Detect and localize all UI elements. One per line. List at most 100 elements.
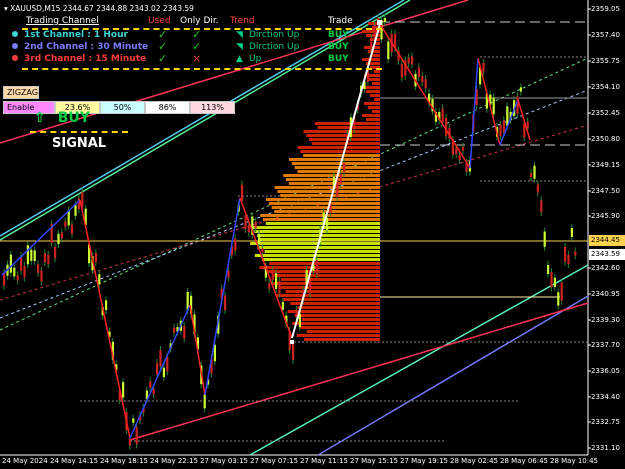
candle <box>33 250 36 262</box>
channel-row-label: 3rd Channel : 15 Minute <box>24 54 147 64</box>
volume-profile-bar <box>297 306 380 309</box>
candle <box>254 221 257 229</box>
price-axis-label: 2352.45 <box>591 109 620 117</box>
volume-profile-bar <box>368 106 380 109</box>
volume-profile-bar <box>304 338 380 341</box>
zigzag-point-marker <box>290 340 294 344</box>
time-axis-label: 24 May 2024 <box>2 457 48 465</box>
panel-header-only-dir: Only Dir. <box>180 16 219 26</box>
trend-text: Up <box>249 54 262 64</box>
candle <box>183 326 186 339</box>
fibo-level-button[interactable]: 86% <box>145 101 190 114</box>
buy-signal-word: BUY <box>57 110 90 126</box>
volume-profile-bar <box>274 186 380 189</box>
volume-profile-bar <box>303 154 380 157</box>
volume-profile-bar <box>372 54 380 57</box>
volume-profile-bar <box>250 242 380 245</box>
price-axis-label: 2349.15 <box>591 161 620 169</box>
zigzag-segment <box>499 99 519 146</box>
candle <box>234 238 237 251</box>
used-check-icon: ✓ <box>158 52 168 65</box>
volume-profile-bar <box>292 322 380 325</box>
candle <box>241 184 244 201</box>
price-chart[interactable] <box>0 0 625 469</box>
volume-profile-bar <box>254 230 380 233</box>
chart-window[interactable]: ▾ XAUUSD,M15 2344.67 2344.88 2343.02 234… <box>0 0 625 469</box>
candle <box>441 108 444 123</box>
fibo-level-button[interactable]: 113% <box>190 101 235 114</box>
time-axis-label: 24 May 22:15 <box>150 457 199 465</box>
volume-profile-bar <box>317 126 380 129</box>
fibo-level-button[interactable]: 50% <box>100 101 145 114</box>
candle <box>339 173 342 185</box>
volume-profile-bar <box>287 310 380 313</box>
candle <box>499 124 502 136</box>
volume-profile-bar <box>302 318 380 321</box>
panel-header-trade: Trade <box>328 16 353 26</box>
candle <box>492 97 495 115</box>
candle <box>60 232 63 239</box>
time-axis-label: 27 May 07:15 <box>250 457 299 465</box>
price-axis-label: 2347.50 <box>591 187 620 195</box>
trend-arrow-icon: ◥ <box>236 30 243 40</box>
candle <box>26 245 29 265</box>
candle <box>13 267 16 277</box>
candle <box>30 249 33 261</box>
price-axis-label: 2354.10 <box>591 83 620 91</box>
zigzag-button[interactable]: ZIGZAG <box>3 86 39 99</box>
candle <box>553 277 556 287</box>
up-arrow-icon: ⇧ <box>34 110 46 126</box>
time-axis-label: 24 May 14:15 <box>50 457 99 465</box>
volume-profile-bar <box>273 274 380 277</box>
time-axis-label: 27 May 11:15 <box>300 457 349 465</box>
zigzag-segment <box>204 197 241 396</box>
candle <box>519 87 522 92</box>
candle <box>47 254 50 265</box>
candle <box>227 270 230 278</box>
candle <box>37 264 40 273</box>
zigzag-segment <box>477 57 501 146</box>
volume-profile-bar <box>259 266 380 269</box>
candle <box>261 248 264 253</box>
bid-price-tag: 2343.59 <box>589 249 625 260</box>
zigzag-segment <box>469 57 479 169</box>
candle <box>156 362 159 375</box>
zigzag-segment <box>189 304 206 396</box>
candle <box>54 246 57 259</box>
candle <box>570 227 573 237</box>
buy-signal: ⇧ BUY <box>34 110 90 126</box>
time-axis-label: 28 May 02:45 <box>450 457 499 465</box>
volume-profile-bar <box>296 334 380 337</box>
channel-row-label: 1st Channel : 1 Hour <box>24 30 128 40</box>
candle <box>533 165 536 179</box>
trade-buy-label: BUY <box>328 42 349 52</box>
volume-profile-bar <box>285 290 380 293</box>
price-axis-label: 2336.05 <box>591 367 620 375</box>
candle <box>74 204 77 216</box>
price-axis-label: 2345.90 <box>591 212 620 220</box>
panel-header-trend: Trend <box>230 16 255 26</box>
volume-profile-bar <box>271 282 380 285</box>
volume-profile-bar <box>271 206 380 209</box>
candle <box>550 272 553 288</box>
candle <box>315 260 318 274</box>
volume-profile-bar <box>309 138 380 141</box>
volume-profile-bar <box>277 190 380 193</box>
signal-label: SIGNAL <box>52 136 107 151</box>
candle <box>64 221 67 227</box>
trend-arrow-icon: ▲ <box>236 54 243 64</box>
trend-text: Dirction Up <box>249 30 300 40</box>
volume-profile-bar <box>291 162 380 165</box>
price-axis-label: 2357.40 <box>591 31 620 39</box>
price-axis-label: 2331.10 <box>591 444 620 452</box>
candle <box>383 18 386 23</box>
candle <box>567 254 570 265</box>
candle <box>105 300 108 311</box>
candle <box>98 274 101 285</box>
price-axis-label: 2334.40 <box>591 393 620 401</box>
candle <box>540 200 543 213</box>
candle <box>407 57 410 64</box>
volume-profile-bar <box>283 174 380 177</box>
volume-profile-bar <box>266 198 380 201</box>
candle <box>458 154 461 161</box>
